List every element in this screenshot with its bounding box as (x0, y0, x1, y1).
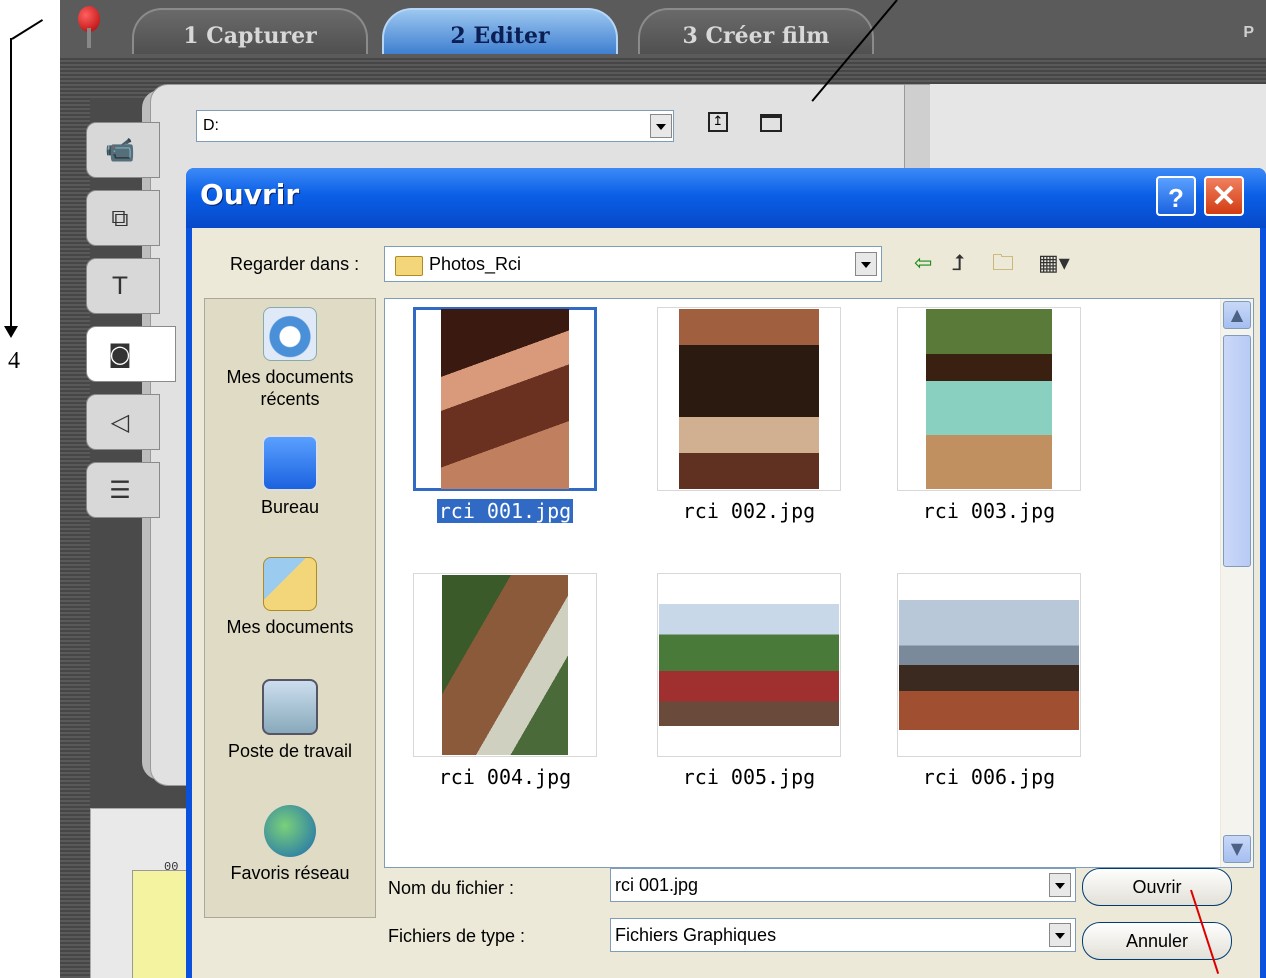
folder-icon (395, 256, 423, 276)
look-in-combo[interactable]: Photos_Rci (384, 246, 882, 282)
filetype-value: Fichiers Graphiques (615, 925, 777, 945)
annotation-line-vertical (10, 38, 12, 328)
transitions-icon: ⧉ (111, 204, 129, 232)
file-thumbnail[interactable] (897, 573, 1081, 757)
folder-up-icon[interactable]: ⮥ (952, 252, 965, 276)
sidetab-transitions[interactable]: ⧉ (86, 190, 160, 246)
titles-icon: T (112, 272, 128, 300)
mode-tab-bar: 1 Capturer 2 Editer 3 Créer film P (60, 0, 1266, 58)
tab-editer[interactable]: 2 Editer (382, 8, 618, 54)
file-thumbnail[interactable] (657, 307, 841, 491)
photos-icon: ◙ (108, 340, 132, 368)
look-in-dropdown-button[interactable] (855, 252, 877, 276)
file-thumbnail[interactable] (413, 307, 597, 491)
file-thumbnail[interactable] (413, 573, 597, 757)
places-bar: Mes documents récents Bureau Mes documen… (204, 298, 376, 918)
file-name[interactable]: rci 004.jpg (413, 765, 597, 789)
place-recent-documents[interactable]: Mes documents récents (205, 307, 375, 411)
photo-thumbnail (659, 604, 839, 726)
cancel-button[interactable]: Annuler (1082, 922, 1232, 960)
close-button[interactable]: ✕ (1204, 176, 1244, 216)
new-folder-icon[interactable]: 🗀 (992, 252, 1014, 276)
tab-capturer[interactable]: 1 Capturer (132, 8, 368, 54)
vertical-scrollbar[interactable]: ▲ ▼ (1220, 299, 1253, 867)
annotation-number: 4 (8, 348, 20, 374)
look-in-value: Photos_Rci (429, 254, 522, 274)
photo-thumbnail (442, 575, 568, 755)
sidetab-menus[interactable]: ☰ (86, 462, 160, 518)
file-name[interactable]: rci 001.jpg (413, 499, 597, 523)
album-path-combo[interactable]: D: (196, 110, 674, 142)
help-button[interactable]: ? (1156, 176, 1196, 216)
filename-label: Nom du fichier : (388, 878, 515, 898)
my-computer-icon (262, 679, 318, 735)
place-network[interactable]: Favoris réseau (205, 805, 375, 885)
file-name[interactable]: rci 006.jpg (897, 765, 1081, 789)
filetype-label: Fichiers de type : (388, 926, 526, 946)
dialog-titlebar[interactable]: Ouvrir ? ✕ (186, 168, 1266, 228)
filetype-dropdown-button[interactable] (1049, 923, 1071, 947)
annotation-arrowhead (4, 326, 18, 338)
open-dialog: Ouvrir ? ✕ Regarder dans : Photos_Rci ⇦ … (186, 168, 1266, 978)
folder-up-icon[interactable]: ↥ (708, 112, 728, 132)
place-desktop[interactable]: Bureau (205, 435, 375, 519)
disc-menu-icon: ☰ (109, 476, 131, 504)
photo-thumbnail (899, 600, 1079, 730)
network-places-icon (264, 805, 316, 857)
scroll-down-button[interactable]: ▼ (1223, 835, 1251, 863)
sidetab-sound[interactable]: ◁ (86, 394, 160, 450)
place-label: récents (260, 389, 320, 409)
file-list: rci 001.jpg rci 002.jpg rci 003.jpg rci … (384, 298, 1254, 868)
place-label: Mes documents (226, 367, 354, 387)
filename-dropdown-button[interactable] (1049, 873, 1071, 897)
speaker-icon: ◁ (110, 408, 130, 436)
open-button[interactable]: Ouvrir (1082, 868, 1232, 906)
annotation-line-horizontal (11, 19, 44, 40)
dialog-body: Regarder dans : Photos_Rci ⇦ ⮥ 🗀 ▦▾ Mes … (192, 228, 1260, 978)
photo-thumbnail (926, 309, 1052, 489)
recent-documents-icon (263, 307, 317, 361)
place-my-computer[interactable]: Poste de travail (205, 679, 375, 763)
timeline-label: 00 (164, 860, 179, 874)
file-thumbnail[interactable] (897, 307, 1081, 491)
filename-field[interactable]: rci 001.jpg (610, 868, 1076, 902)
album-path-dropdown-button[interactable] (650, 114, 672, 138)
view-menu-icon[interactable]: ▦▾ (1038, 252, 1070, 276)
filetype-select[interactable]: Fichiers Graphiques (610, 918, 1076, 952)
sidetab-titles[interactable]: T (86, 258, 160, 314)
sidetab-photos[interactable]: ◙ (86, 326, 176, 382)
file-name[interactable]: rci 005.jpg (657, 765, 841, 789)
back-arrow-icon[interactable]: ⇦ (914, 252, 932, 276)
file-name[interactable]: rci 002.jpg (657, 499, 841, 523)
place-label: Bureau (260, 497, 320, 517)
dialog-title: Ouvrir (200, 178, 300, 211)
look-in-label: Regarder dans : (230, 254, 360, 274)
file-thumbnail[interactable] (657, 573, 841, 757)
folder-icon[interactable] (760, 114, 782, 132)
place-label: Mes documents (226, 617, 354, 637)
place-label: Poste de travail (227, 741, 353, 761)
pinnacle-logo-icon (78, 6, 100, 48)
tab-creer-film[interactable]: 3 Créer film (638, 8, 874, 54)
sidetab-video[interactable]: 📹 (86, 122, 160, 178)
photo-thumbnail (441, 309, 569, 489)
file-name[interactable]: rci 003.jpg (897, 499, 1081, 523)
corner-letter: P (1243, 24, 1254, 41)
desktop-icon (262, 435, 318, 491)
photo-thumbnail (679, 309, 819, 489)
filename-value: rci 001.jpg (615, 875, 699, 895)
video-camera-icon: 📹 (105, 136, 135, 164)
scroll-thumb[interactable] (1223, 335, 1251, 567)
place-label: Favoris réseau (230, 863, 350, 883)
my-documents-icon (263, 557, 317, 611)
scroll-up-button[interactable]: ▲ (1223, 301, 1251, 329)
place-my-documents[interactable]: Mes documents (205, 557, 375, 639)
